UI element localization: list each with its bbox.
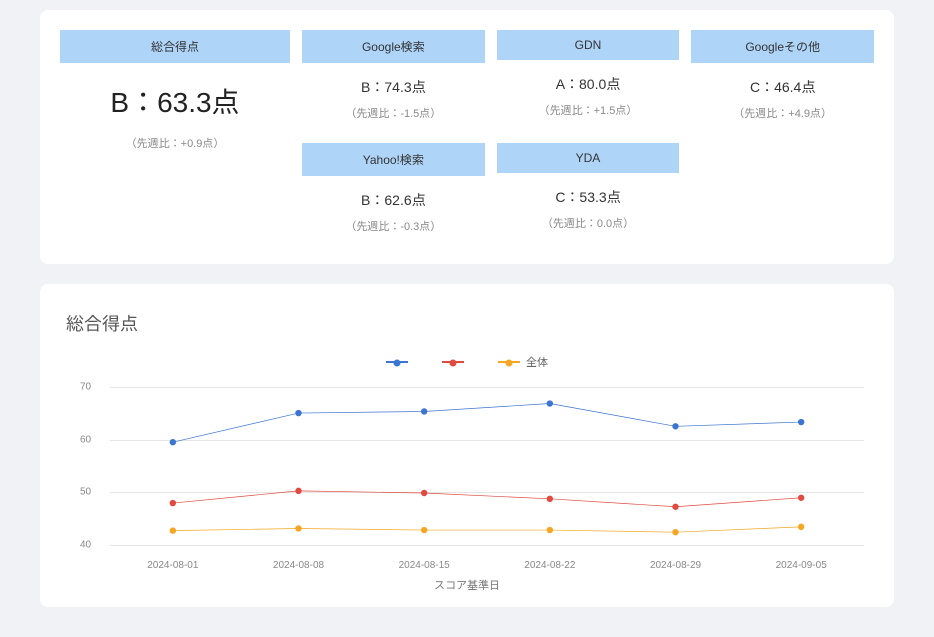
chart-y-tick-label: 70 — [80, 381, 91, 392]
chart-data-point — [672, 504, 678, 510]
legend-label: 全体 — [526, 354, 548, 370]
legend-item — [442, 354, 470, 370]
chart-x-axis-title: スコア基準日 — [60, 577, 874, 593]
chart-plot-area: 40506070 — [110, 376, 864, 556]
chart-x-tick-label: 2024-08-01 — [110, 560, 236, 571]
sub-score-value: C：53.3点 — [497, 187, 680, 207]
chart-legend: 全体 — [60, 354, 874, 370]
chart-x-labels: 2024-08-012024-08-082024-08-152024-08-22… — [110, 560, 864, 571]
sub-score-diff: （先週比：+1.5点） — [497, 102, 680, 118]
legend-swatch — [386, 361, 408, 363]
chart-data-point — [421, 527, 427, 533]
main-score-header: 総合得点 — [60, 30, 290, 63]
sub-score-diff: （先週比：-0.3点） — [302, 218, 485, 234]
chart-x-tick-label: 2024-08-29 — [613, 560, 739, 571]
main-score-tile: 総合得点 B：63.3点 （先週比：+0.9点） — [60, 30, 290, 244]
chart-data-point — [672, 423, 678, 429]
sub-score-header: Google検索 — [302, 30, 485, 63]
sub-score-value: B：74.3点 — [302, 77, 485, 97]
chart-card: 総合得点 全体 40506070 2024-08-012024-08-08202… — [40, 284, 894, 607]
sub-score-value: B：62.6点 — [302, 190, 485, 210]
legend-item: 全体 — [498, 354, 548, 370]
chart-data-point — [798, 419, 804, 425]
chart-x-tick-label: 2024-08-08 — [236, 560, 362, 571]
chart-data-point — [295, 488, 301, 494]
score-summary-card: 総合得点 B：63.3点 （先週比：+0.9点） Google検索 B：74.3… — [40, 10, 894, 264]
chart-data-point — [421, 408, 427, 414]
sub-score-tile: YDA C：53.3点 （先週比：0.0点） — [497, 143, 680, 244]
sub-score-tile: GDN A：80.0点 （先週比：+1.5点） — [497, 30, 680, 131]
chart-x-tick-label: 2024-08-15 — [361, 560, 487, 571]
sub-score-header: Googleその他 — [691, 30, 874, 63]
sub-score-tile: Google検索 B：74.3点 （先週比：-1.5点） — [302, 30, 485, 131]
chart-data-point — [421, 490, 427, 496]
chart-data-point — [547, 496, 553, 502]
chart-data-point — [547, 527, 553, 533]
chart-data-point — [547, 400, 553, 406]
legend-swatch — [442, 361, 464, 363]
sub-score-tile: Googleその他 C：46.4点 （先週比：+4.9点） — [691, 30, 874, 131]
sub-score-header: GDN — [497, 30, 680, 60]
sub-score-diff: （先週比：0.0点） — [497, 215, 680, 231]
chart-data-point — [170, 527, 176, 533]
sub-score-value: A：80.0点 — [497, 74, 680, 94]
legend-item — [386, 354, 414, 370]
chart-data-point — [170, 439, 176, 445]
legend-swatch — [498, 361, 520, 363]
chart-x-tick-label: 2024-09-05 — [738, 560, 864, 571]
chart-data-point — [672, 529, 678, 535]
sub-score-grid: Google検索 B：74.3点 （先週比：-1.5点） GDN A：80.0点… — [302, 30, 874, 244]
chart-data-point — [295, 410, 301, 416]
chart-y-tick-label: 40 — [80, 540, 91, 551]
chart-x-tick-label: 2024-08-22 — [487, 560, 613, 571]
sub-score-tile: Yahoo!検索 B：62.6点 （先週比：-0.3点） — [302, 143, 485, 244]
chart-data-point — [798, 495, 804, 501]
main-score-diff: （先週比：+0.9点） — [60, 135, 290, 151]
sub-score-value: C：46.4点 — [691, 77, 874, 97]
chart-data-point — [170, 500, 176, 506]
sub-score-diff: （先週比：-1.5点） — [302, 105, 485, 121]
chart-y-tick-label: 60 — [80, 434, 91, 445]
sub-score-header: Yahoo!検索 — [302, 143, 485, 176]
main-score-value: B：63.3点 — [60, 81, 290, 121]
chart-y-tick-label: 50 — [80, 487, 91, 498]
sub-score-header: YDA — [497, 143, 680, 173]
chart-title: 総合得点 — [60, 304, 874, 354]
chart-data-point — [295, 525, 301, 531]
chart-dots-svg — [110, 376, 864, 556]
sub-score-diff: （先週比：+4.9点） — [691, 105, 874, 121]
